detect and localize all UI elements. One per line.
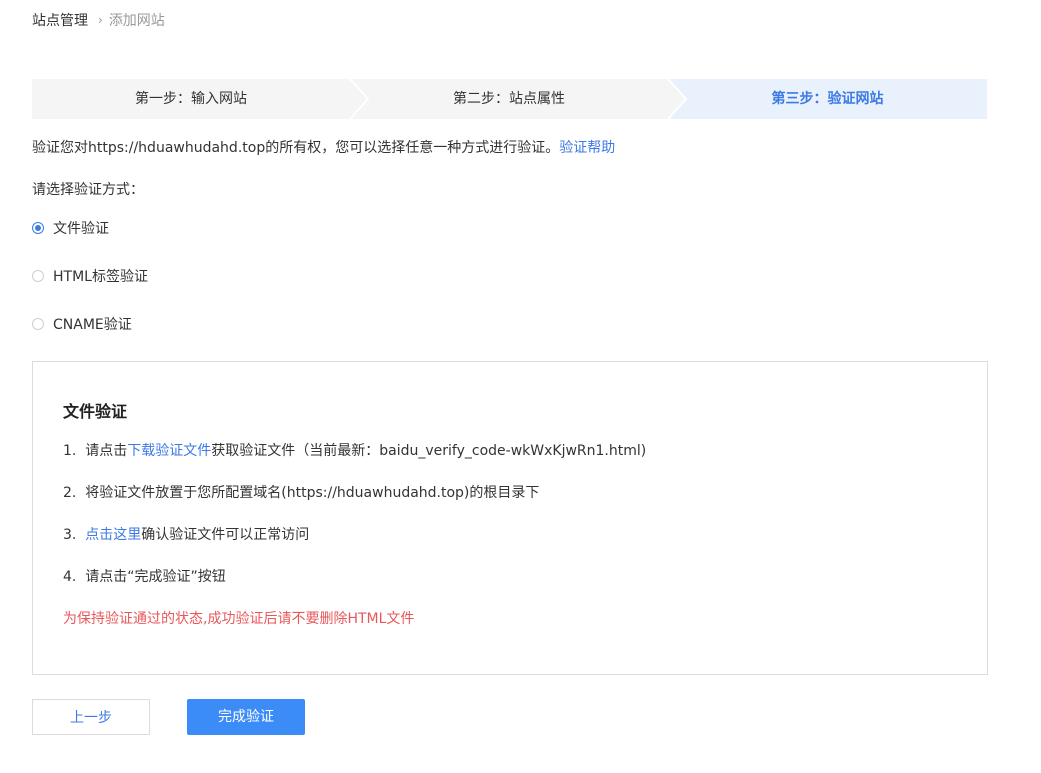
instruction-step-2: 2. 将验证文件放置于您所配置域名(https://hduawhudahd.to… [63, 482, 539, 502]
step-number: 3. [63, 527, 77, 543]
complete-verification-button[interactable]: 完成验证 [187, 699, 305, 735]
radio-unchecked-icon[interactable] [32, 318, 44, 330]
radio-label-html: HTML标签验证 [53, 269, 148, 285]
step-1-label: 第一步：输入网站 [135, 91, 247, 107]
step-number: 4. [63, 569, 77, 585]
chevron-right-icon: › [98, 13, 103, 27]
step-number: 2. [63, 485, 77, 501]
step-2-text: 将验证文件放置于您所配置域名(https://hduawhudahd.top)的… [85, 485, 540, 501]
step-progress-bar: 第一步：输入网站 第二步：站点属性 第三步：验证网站 [32, 79, 987, 119]
radio-checked-icon[interactable] [32, 222, 44, 234]
radio-label-file: 文件验证 [53, 221, 109, 237]
breadcrumb-site-management[interactable]: 站点管理 [32, 10, 88, 30]
radio-html-tag-verification[interactable]: HTML标签验证 [32, 266, 148, 286]
radio-unchecked-icon[interactable] [32, 270, 44, 282]
previous-step-button[interactable]: 上一步 [32, 699, 150, 735]
file-verification-panel: 文件验证 1. 请点击下载验证文件获取验证文件（当前最新：baidu_verif… [32, 361, 988, 675]
instruction-step-1: 1. 请点击下载验证文件获取验证文件（当前最新：baidu_verify_cod… [63, 440, 646, 460]
intro-text: 验证您对https://hduawhudahd.top的所有权，您可以选择任意一… [32, 140, 560, 156]
click-here-link[interactable]: 点击这里 [85, 527, 141, 543]
step-1-prefix: 请点击 [85, 443, 128, 459]
instruction-step-3: 3. 点击这里确认验证文件可以正常访问 [63, 524, 309, 544]
step-3-label: 第三步：验证网站 [771, 91, 884, 107]
warning-text: 为保持验证通过的状态,成功验证后请不要删除HTML文件 [63, 611, 415, 627]
verification-help-link[interactable]: 验证帮助 [559, 140, 615, 156]
radio-file-verification[interactable]: 文件验证 [32, 218, 109, 238]
breadcrumb-current: 添加网站 [108, 13, 165, 29]
radio-label-cname: CNAME验证 [53, 317, 132, 333]
step-1-suffix: 获取验证文件（当前最新：baidu_verify_code-wkWxKjwRn1… [211, 443, 647, 459]
step-number: 1. [63, 443, 77, 459]
step-2-label: 第二步：站点属性 [453, 91, 565, 107]
download-verify-file-link[interactable]: 下载验证文件 [127, 443, 211, 459]
panel-title: 文件验证 [63, 402, 128, 421]
step-3-suffix: 确认验证文件可以正常访问 [141, 527, 310, 543]
choose-method-label: 请选择验证方式： [32, 182, 144, 198]
step-4-text: 请点击“完成验证”按钮 [85, 569, 226, 585]
breadcrumb: 站点管理 › 添加网站 [32, 10, 165, 30]
verification-intro: 验证您对https://hduawhudahd.top的所有权，您可以选择任意一… [32, 137, 615, 157]
instruction-step-4: 4. 请点击“完成验证”按钮 [63, 566, 226, 586]
radio-cname-verification[interactable]: CNAME验证 [32, 314, 132, 334]
